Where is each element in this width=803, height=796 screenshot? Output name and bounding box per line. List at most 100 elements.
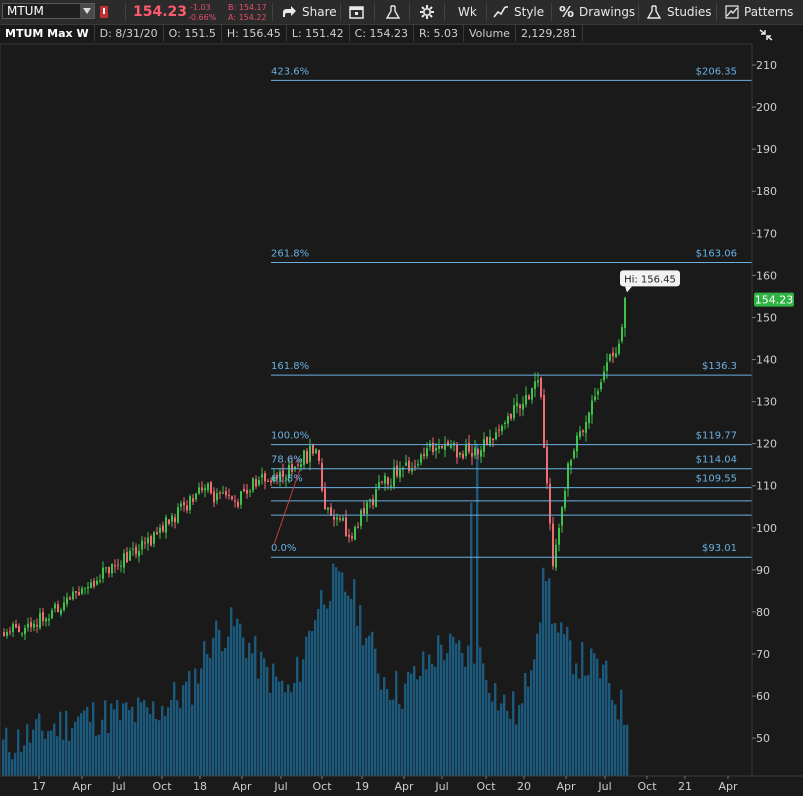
candle-body <box>558 527 560 545</box>
candle-body <box>288 464 290 479</box>
volume-bar <box>149 714 152 776</box>
volume-bar <box>503 694 506 776</box>
candle-body <box>33 623 35 628</box>
volume-bar <box>341 572 344 776</box>
volume-bar <box>545 581 548 776</box>
candle-body <box>609 354 611 361</box>
candle-body <box>150 535 152 546</box>
candle-body <box>510 413 512 419</box>
volume-bar <box>491 701 494 776</box>
studies-lab-button[interactable] <box>386 0 400 24</box>
volume-bar <box>194 668 197 776</box>
ask-price: A: 154.22 <box>228 13 267 22</box>
y-tick-label: 190 <box>756 143 777 156</box>
volume-bar <box>533 659 536 776</box>
candle-body <box>57 604 59 613</box>
aggregation-period-button[interactable]: Wk <box>458 0 477 24</box>
x-tick-label: Jul <box>597 780 611 793</box>
candle-body <box>174 517 176 523</box>
candle-body <box>12 624 14 632</box>
drawings-button[interactable]: % Drawings <box>559 0 635 24</box>
candle-body <box>198 487 200 494</box>
candle-body <box>6 631 8 636</box>
volume-bar <box>209 657 212 776</box>
volume-bar <box>35 719 38 776</box>
candle-body <box>135 546 137 555</box>
fib-level-percent: 78.6% <box>271 455 303 466</box>
candle-body <box>183 502 185 506</box>
volume-bar <box>119 720 122 776</box>
collapse-icon[interactable] <box>758 27 774 43</box>
candle-body <box>279 471 281 480</box>
volume-bar <box>347 595 350 776</box>
y-tick-label: 50 <box>756 732 770 745</box>
volume-bar <box>425 669 428 776</box>
volume-bar <box>245 658 248 776</box>
volume-bar <box>329 600 332 776</box>
volume-bar <box>365 637 368 776</box>
patterns-button[interactable]: Patterns <box>725 0 793 24</box>
x-tick-label: Jul <box>111 780 125 793</box>
volume-bar <box>605 660 608 776</box>
volume-bar <box>431 663 434 776</box>
candle-body <box>153 532 155 544</box>
volume-bar <box>416 679 419 776</box>
candle-body <box>462 453 464 459</box>
volume-bar <box>110 703 113 776</box>
volume-bar <box>260 651 263 776</box>
volume-bar <box>38 713 41 776</box>
fib-level-percent: 0.0% <box>271 543 296 554</box>
volume-bar <box>443 660 446 776</box>
x-tick-label: Oct <box>476 780 496 793</box>
x-tick-label: Apr <box>718 780 738 793</box>
candle-body <box>306 450 308 464</box>
candle-body <box>435 447 437 451</box>
candle-body <box>264 473 266 482</box>
candle-body <box>120 565 122 567</box>
candle-body <box>327 507 329 510</box>
volume-bar <box>215 620 218 776</box>
y-tick-label: 170 <box>756 227 777 240</box>
symbol-dropdown-button[interactable] <box>80 4 94 18</box>
volume-bar <box>455 643 458 776</box>
studies-button[interactable]: Studies <box>647 0 712 24</box>
volume-bar <box>326 608 329 776</box>
style-button[interactable]: Style <box>493 0 544 24</box>
candle-body <box>450 445 452 448</box>
candle-body <box>138 550 140 557</box>
volume-bar <box>314 620 317 776</box>
volume-bar <box>170 699 173 776</box>
volume-bar <box>446 653 449 776</box>
x-tick-label: Apr <box>394 780 414 793</box>
x-tick-label: Apr <box>232 780 252 793</box>
candle-body <box>537 380 539 383</box>
price-chart[interactable]: 423.6% $206.35 261.8% $163.06 161.8% $136.3 10… <box>0 0 803 796</box>
settings-button[interactable] <box>420 0 434 24</box>
candle-body <box>297 464 299 466</box>
volume-bar <box>32 729 35 776</box>
alert-icon[interactable] <box>100 0 108 24</box>
volume-bar <box>371 631 374 776</box>
volume-bar <box>197 683 200 776</box>
fib-level-percent: 61.8% <box>271 474 303 485</box>
candle-body <box>492 438 494 441</box>
y-tick-label: 180 <box>756 185 777 198</box>
volume-label: Volume <box>464 25 516 42</box>
candle-body <box>504 422 506 424</box>
candle-body <box>63 602 65 611</box>
volume-bar <box>335 567 338 776</box>
volume-bar <box>98 734 101 776</box>
snapshot-button[interactable] <box>349 0 365 24</box>
candle-body <box>216 493 218 501</box>
volume-bar <box>419 675 422 776</box>
volume-bar <box>515 724 518 776</box>
y-tick-label: 120 <box>756 438 777 451</box>
candle-body <box>588 412 590 424</box>
share-button[interactable]: Share <box>281 0 337 24</box>
volume-bar <box>317 608 320 776</box>
volume-bar <box>5 727 8 776</box>
candle-body <box>81 588 83 594</box>
candle-body <box>432 442 434 452</box>
volume-bar <box>551 623 554 776</box>
volume-bar <box>206 653 209 776</box>
